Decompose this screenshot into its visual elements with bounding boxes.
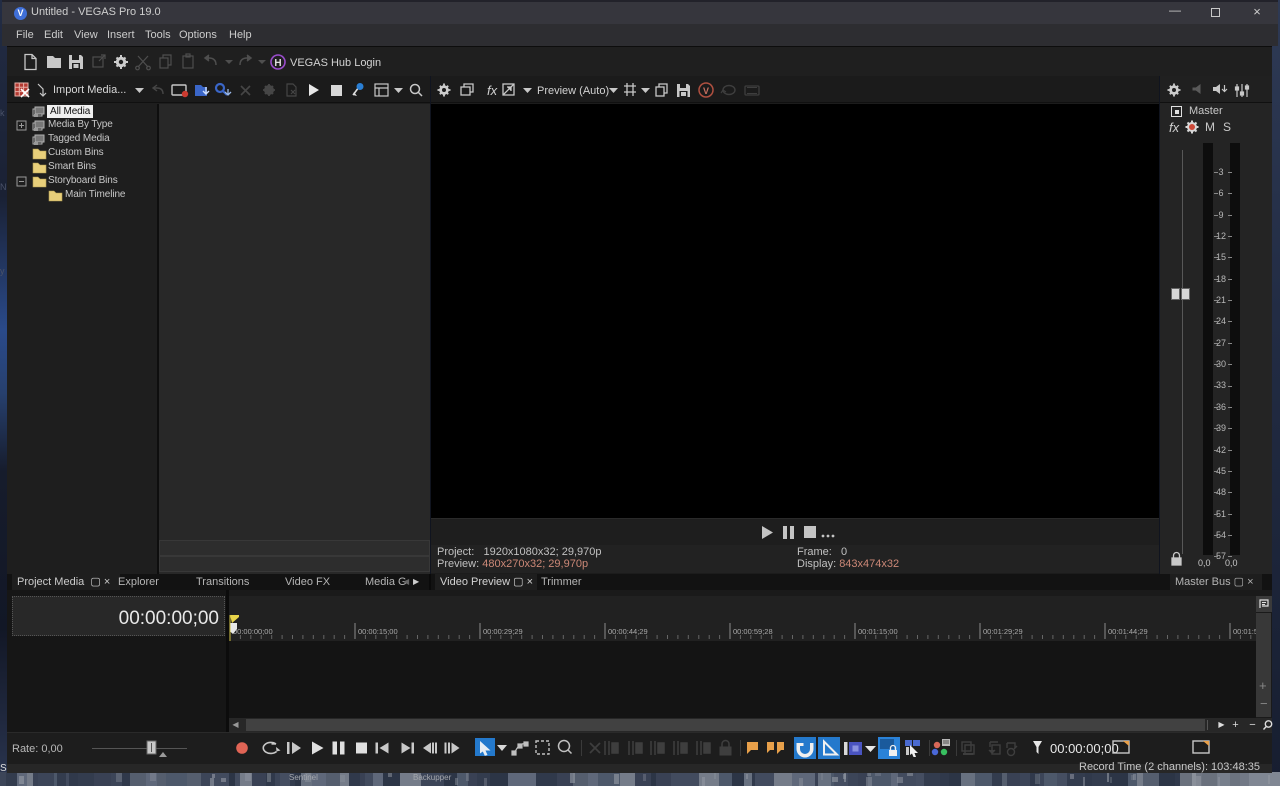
svg-text:00:00:00;00: 00:00:00;00 [1050,741,1119,756]
svg-text:00:01:59;28: 00:01:59;28 [1233,627,1256,636]
svg-text:00:01:15;00: 00:01:15;00 [858,627,898,636]
svg-text:00:00:15;00: 00:00:15;00 [358,627,398,636]
svg-text:Preview (Auto): Preview (Auto) [537,85,609,97]
svg-text:00:00:00;00: 00:00:00;00 [233,627,273,636]
svg-text:H: H [274,58,281,69]
svg-text:Import Media...: Import Media... [53,84,126,96]
svg-text:fx: fx [487,83,498,98]
svg-text:00:00:29;29: 00:00:29;29 [483,627,523,636]
svg-text:V: V [703,86,709,96]
svg-text:00:00:44;29: 00:00:44;29 [608,627,648,636]
svg-text:Rate: 0,00: Rate: 0,00 [12,743,63,755]
svg-text:00:01:29;29: 00:01:29;29 [983,627,1023,636]
svg-text:VEGAS Hub Login: VEGAS Hub Login [290,57,381,69]
svg-text:00:01:44;29: 00:01:44;29 [1108,627,1148,636]
svg-text:00:00:59;28: 00:00:59;28 [733,627,773,636]
